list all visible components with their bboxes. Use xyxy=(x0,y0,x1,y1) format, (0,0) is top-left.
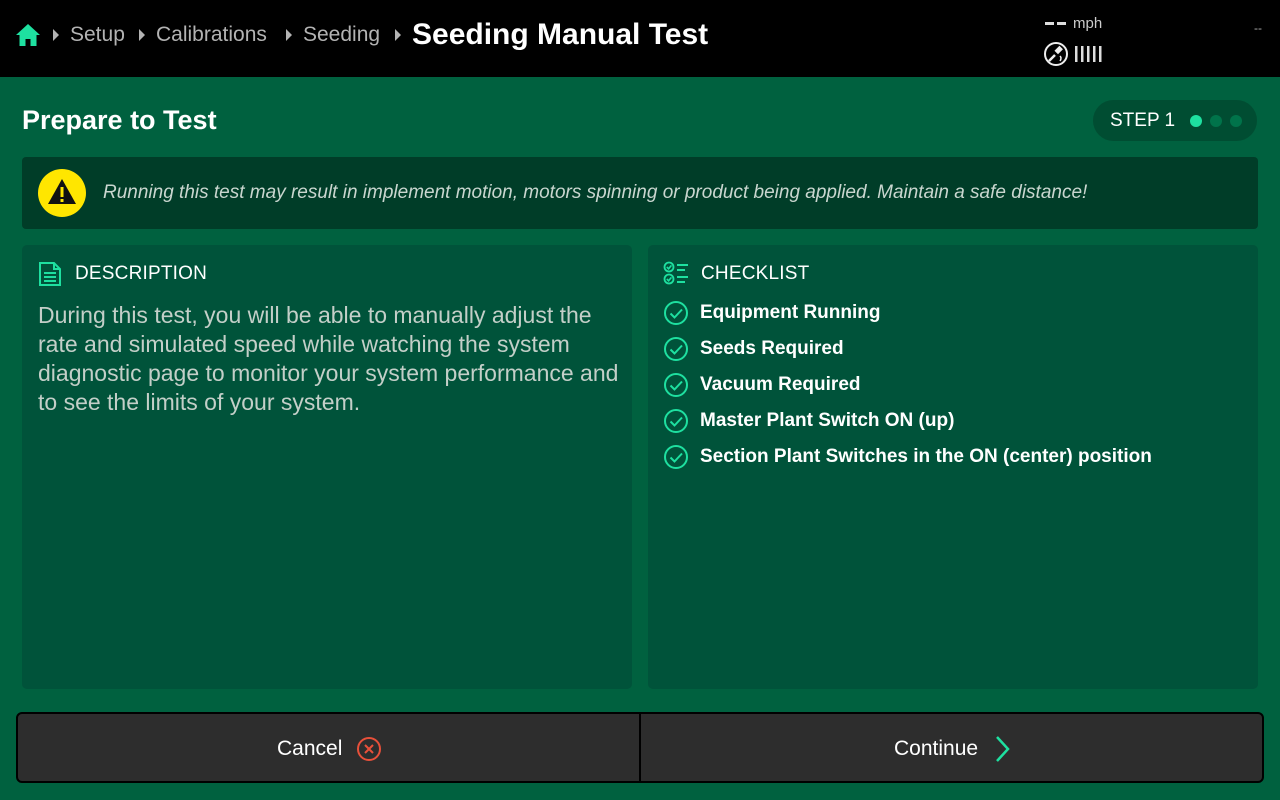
breadcrumb-seeding[interactable]: Seeding xyxy=(303,22,380,48)
checklist-item-label: Vacuum Required xyxy=(700,374,861,395)
cancel-button[interactable]: Cancel xyxy=(16,712,641,783)
warning-text: Running this test may result in implemen… xyxy=(103,182,1088,203)
step-indicator: STEP 1 xyxy=(1093,100,1257,141)
step-dot-active xyxy=(1190,115,1202,127)
check-circle-icon xyxy=(664,373,688,397)
check-circle-icon xyxy=(664,409,688,433)
chevron-right-icon xyxy=(53,29,59,41)
check-circle-icon xyxy=(664,301,688,325)
description-heading: DESCRIPTION xyxy=(75,263,208,284)
chevron-right-icon xyxy=(286,29,292,41)
checklist-item-label: Section Plant Switches in the ON (center… xyxy=(700,446,1152,467)
breadcrumb-setup[interactable]: Setup xyxy=(70,22,125,48)
chevron-right-icon xyxy=(996,736,1010,762)
step-dot xyxy=(1210,115,1222,127)
description-body: During this test, you will be able to ma… xyxy=(38,302,619,415)
page-title: Seeding Manual Test xyxy=(412,18,709,51)
checklist-panel: CHECKLIST Equipment Running Seeds Requir… xyxy=(648,245,1258,689)
chevron-right-icon xyxy=(139,29,145,41)
gps-satellite-icon[interactable] xyxy=(1043,41,1069,67)
step-dot xyxy=(1230,115,1242,127)
cancel-button-label: Cancel xyxy=(277,737,343,760)
warning-banner: Running this test may result in implemen… xyxy=(22,157,1258,229)
status-readout: -- xyxy=(1254,21,1262,35)
top-bar: Setup Calibrations Seeding Seeding Manua… xyxy=(0,0,1280,77)
checklist-item-label: Seeds Required xyxy=(700,338,844,359)
document-icon xyxy=(39,262,61,286)
description-panel: DESCRIPTION During this test, you will b… xyxy=(22,245,632,689)
checklist-item-label: Equipment Running xyxy=(700,302,881,323)
chevron-right-icon xyxy=(395,29,401,41)
checklist-heading: CHECKLIST xyxy=(701,263,810,284)
warning-triangle-icon xyxy=(38,169,86,217)
speed-unit: mph xyxy=(1073,15,1103,32)
signal-bars-icon xyxy=(1075,46,1102,62)
checklist-item-label: Master Plant Switch ON (up) xyxy=(700,410,955,431)
continue-button[interactable]: Continue xyxy=(639,712,1264,783)
checklist-icon xyxy=(663,261,688,285)
continue-button-label: Continue xyxy=(894,737,979,760)
x-circle-icon xyxy=(357,737,381,761)
speed-value-placeholder xyxy=(1045,22,1066,25)
check-circle-icon xyxy=(664,337,688,361)
home-icon[interactable] xyxy=(15,22,41,48)
section-title: Prepare to Test xyxy=(22,105,217,135)
step-label: STEP 1 xyxy=(1110,110,1176,131)
check-circle-icon xyxy=(664,445,688,469)
breadcrumb-calibrations[interactable]: Calibrations xyxy=(156,22,267,48)
